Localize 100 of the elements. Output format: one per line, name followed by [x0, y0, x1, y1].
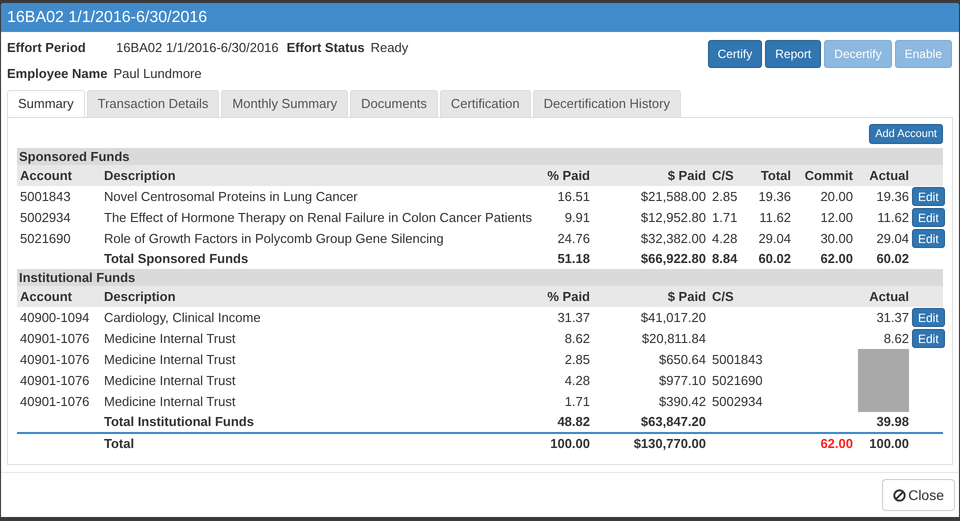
table-cell: 2.85 [712, 188, 738, 204]
table-cell: 19.36 [758, 188, 791, 204]
total-cell: $63,847.20 [640, 414, 706, 430]
total-cell: Total Institutional Funds [104, 414, 254, 430]
total-cell: Total Sponsored Funds [104, 251, 248, 266]
total-cell: Commit [804, 168, 853, 183]
table-cell-text: 11.62 [877, 208, 909, 227]
field-value: Paul Lundmore [113, 64, 202, 82]
edit-button[interactable]: Edit [912, 187, 945, 206]
table-cell: 1.71 [564, 394, 590, 409]
table-cell-text: 31.37 [876, 308, 909, 327]
total-cell: 62.00 [820, 251, 853, 266]
table-cell: $21,588.00 [640, 188, 706, 204]
table-cell-text: 19.36 [876, 188, 909, 206]
field-label: Employee Name [7, 64, 108, 83]
table-cell: Medicine Internal Trust [104, 352, 236, 367]
table-cell: Medicine Internal Trust [104, 372, 236, 388]
field-value: 16BA02 1/1/2016-6/30/2016 [116, 39, 279, 57]
table-cell: 4.28 [564, 372, 590, 388]
total-cell: 60.02 [876, 251, 909, 266]
total-cell: 8.84 [712, 251, 738, 266]
table-cell: $32,382.00 [640, 230, 706, 246]
field-value: Ready [370, 39, 408, 57]
total-cell: Actual [869, 168, 909, 183]
table-cell: Medicine Internal Trust [104, 394, 236, 409]
window-title: 16BA02 1/1/2016-6/30/2016 [1, 3, 959, 32]
table-cell: 20.00 [820, 188, 853, 204]
add-account-button[interactable]: Add Account [869, 124, 943, 144]
table-cell: 8.62 [564, 330, 590, 346]
edit-button[interactable]: Edit [912, 329, 945, 348]
total-cell: Account [20, 288, 72, 304]
table-cell: The Effect of Hormone Therapy on Renal Failure in Colon Cancer Patients [104, 210, 532, 225]
close-button[interactable]: Close [882, 479, 955, 511]
table-cell: 5001843 [712, 352, 763, 367]
table-cell: $41,017.20 [640, 310, 706, 325]
total-cell: 100.00 [869, 436, 909, 452]
table-cell: $20,811.84 [642, 330, 706, 346]
total-cell: C/S [712, 168, 734, 183]
tab[interactable]: Monthly Summary [221, 90, 348, 118]
table-cell: 30.00 [820, 230, 853, 246]
total-cell: 39.98 [876, 414, 909, 430]
table-cell: 2.85 [564, 352, 590, 367]
table-cell: Cardiology, Clinical Income [104, 310, 261, 325]
total-cell: Total [104, 436, 134, 452]
table-cell: 11.62 [759, 210, 791, 225]
table-cell: 24.76 [557, 230, 590, 246]
table-cell: 40901-1076 [20, 352, 90, 367]
table-cell: 5001843 [20, 188, 71, 204]
table-cell: Medicine Internal Trust [104, 330, 236, 346]
total-cell: 100.00 [550, 436, 590, 452]
table-cell: $977.10 [659, 372, 706, 388]
tab[interactable]: Certification [440, 90, 531, 118]
table-cell: 9.91 [564, 210, 590, 225]
total-cell: Description [104, 168, 176, 183]
section-header: Sponsored Funds [17, 148, 943, 165]
total-cell: Account [20, 168, 72, 183]
table-cell: 40900-1094 [20, 310, 90, 325]
tab[interactable]: Transaction Details [86, 90, 220, 118]
total-cell: $ Paid [668, 288, 706, 304]
table-cell: 5002934 [20, 210, 71, 225]
field-label: Effort Period [7, 39, 87, 57]
table-cell: 4.28 [712, 230, 738, 246]
total-cell: 62.00 [820, 436, 853, 452]
no-entry-icon [893, 488, 906, 502]
table-cell: 40901-1076 [20, 394, 90, 409]
edit-button[interactable]: Edit [912, 308, 945, 327]
table-cell: 1.71 [712, 210, 738, 225]
tab[interactable]: Documents [350, 90, 438, 118]
table-cell: 5021690 [20, 230, 71, 246]
total-cell: Description [104, 288, 176, 304]
action-button[interactable]: Report [765, 40, 822, 68]
total-cell: % Paid [547, 288, 590, 304]
table-cell: $12,952.80 [640, 210, 706, 225]
total-cell: 48.82 [557, 414, 590, 430]
total-cell: Actual [869, 288, 909, 304]
edit-button[interactable]: Edit [912, 229, 945, 248]
table-cell: 5002934 [712, 394, 763, 409]
table-cell: $650.64 [659, 352, 706, 367]
total-cell: 51.18 [557, 251, 590, 266]
table-cell: 12.00 [820, 210, 853, 225]
action-button[interactable]: Certify [708, 40, 762, 68]
total-cell: 60.02 [758, 251, 791, 266]
table-cell: 29.04 [758, 230, 791, 246]
total-cell: Total [760, 168, 791, 183]
edit-button[interactable]: Edit [912, 208, 945, 227]
table-cell: Novel Centrosomal Proteins in Lung Cancer [104, 188, 358, 204]
tab[interactable]: Summary [7, 90, 85, 118]
table-cell: 40901-1076 [20, 330, 90, 346]
field-label: Effort Status [286, 39, 365, 57]
table-cell: 16.51 [557, 188, 590, 204]
total-cell: % Paid [547, 168, 590, 183]
total-cell: $66,922.80 [640, 251, 706, 266]
tab[interactable]: Decertification History [532, 90, 681, 118]
table-cell: Role of Growth Factors in Polycomb Group Gene Silencing [104, 230, 444, 246]
table-cell: 5021690 [712, 372, 763, 388]
table-cell: 31.37 [557, 310, 590, 325]
total-cell: $130,770.00 [634, 436, 706, 452]
table-cell: $390.42 [659, 394, 706, 409]
total-cell: $ Paid [668, 168, 706, 183]
table-cell-text: 29.04 [876, 230, 909, 248]
